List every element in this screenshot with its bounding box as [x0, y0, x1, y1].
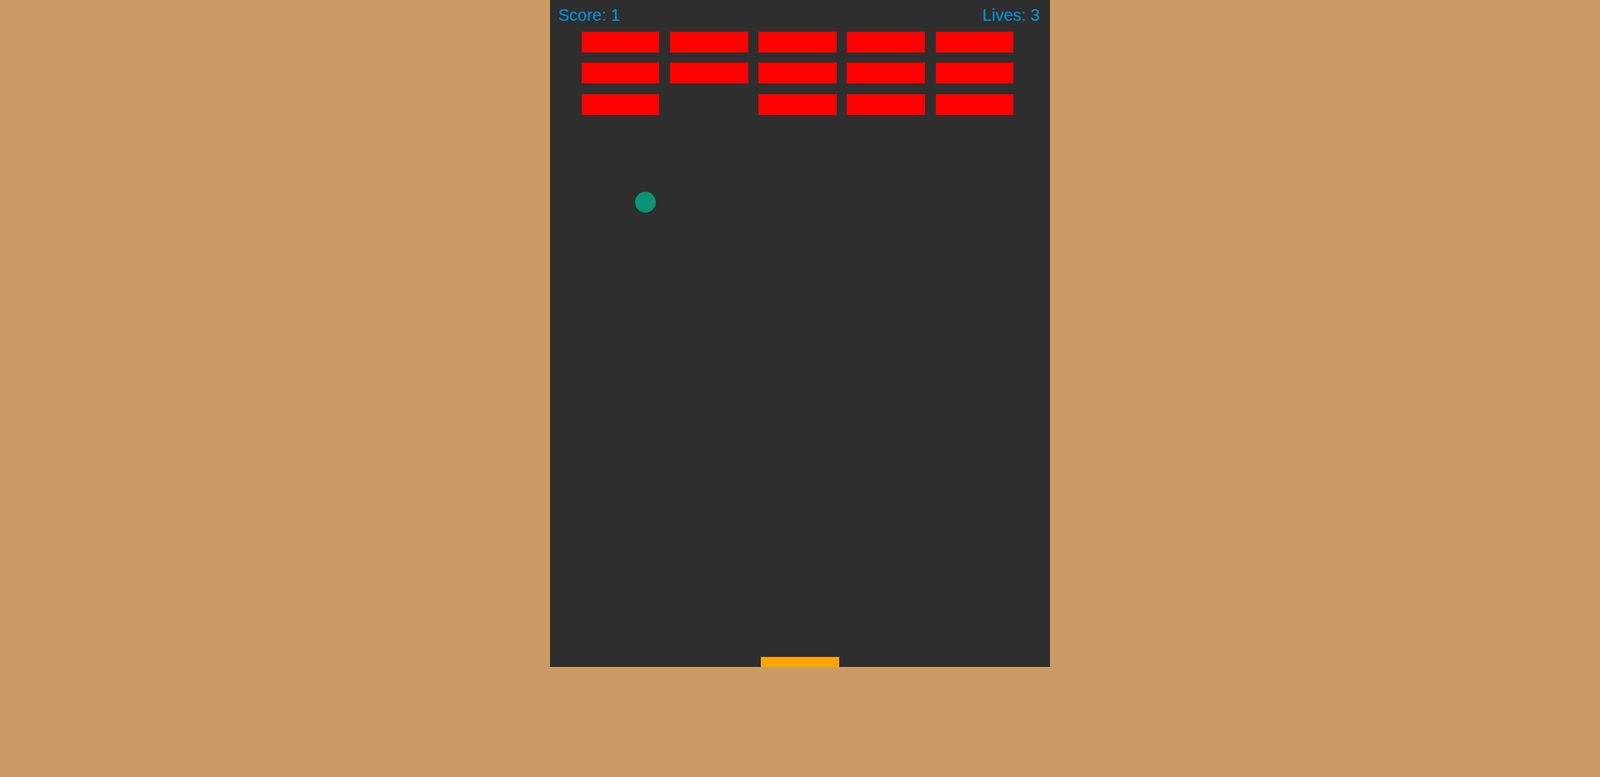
brick-row [581, 31, 1051, 53]
brick [670, 62, 749, 84]
brick [846, 94, 925, 115]
brick-row [581, 62, 1051, 84]
score-label: Score: 1 [558, 5, 620, 25]
brick [935, 62, 1015, 84]
brick [935, 31, 1015, 53]
lives-label: Lives: 3 [982, 5, 1040, 25]
game-canvas[interactable]: Score: 1 Lives: 3 [550, 0, 1050, 667]
brick [581, 94, 660, 115]
brick [846, 62, 925, 84]
brick [758, 31, 837, 53]
brick [846, 31, 925, 53]
brick [670, 94, 749, 115]
brick-wall [550, 0, 1050, 115]
paddle[interactable] [760, 656, 840, 668]
brick [758, 62, 837, 84]
brick [670, 31, 749, 53]
brick [581, 62, 660, 84]
brick [581, 31, 660, 53]
brick [758, 94, 837, 115]
brick [935, 94, 1015, 115]
brick-row [581, 94, 1051, 115]
ball [635, 191, 656, 213]
wood-background: Score: 1 Lives: 3 [0, 0, 1600, 777]
